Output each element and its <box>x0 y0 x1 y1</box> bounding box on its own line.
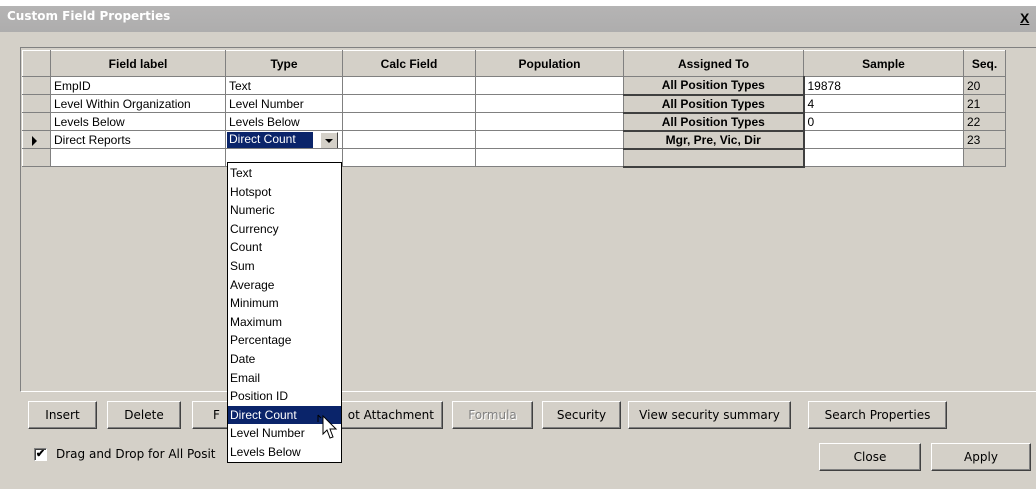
table-row: Levels Below Levels Below All Position T… <box>22 112 1006 132</box>
assigned-to-button[interactable]: All Position Types <box>623 94 805 114</box>
cell-calc-field[interactable] <box>342 112 476 131</box>
row-selector-header <box>22 50 51 77</box>
grid-header-row: Field label Type Calc Field Population A… <box>22 50 1006 77</box>
row-selector[interactable] <box>22 94 51 113</box>
dropdown-option[interactable]: Hotspot <box>228 183 341 202</box>
cell-type[interactable]: Levels Below <box>225 112 343 131</box>
cell-sample[interactable] <box>803 148 964 167</box>
dropdown-option[interactable]: Date <box>228 350 341 369</box>
apply-button[interactable]: Apply <box>931 443 1031 471</box>
dropdown-option[interactable]: Numeric <box>228 201 341 220</box>
cell-sample[interactable] <box>803 130 964 149</box>
cell-field-label[interactable]: Level Within Organization <box>50 94 226 113</box>
cell-field-label[interactable]: Direct Reports <box>50 130 226 149</box>
cell-sample[interactable]: 0 <box>803 112 964 131</box>
dropdown-option[interactable]: Count <box>228 238 341 257</box>
table-row-current: Direct Reports Direct Count Mgr, Pre, Vi… <box>22 130 1006 150</box>
type-combobox-value[interactable]: Direct Count <box>227 132 313 148</box>
assigned-to-button[interactable] <box>623 148 805 168</box>
view-security-summary-button[interactable]: View security summary <box>628 401 791 429</box>
mouse-pointer-icon <box>317 414 338 439</box>
cell-sample[interactable]: 4 <box>803 94 964 113</box>
current-row-arrow-icon <box>32 136 37 146</box>
cell-population[interactable] <box>475 112 624 131</box>
dropdown-option[interactable]: Text <box>228 164 341 183</box>
cell-seq[interactable]: 22 <box>963 112 1006 131</box>
row-selector-current[interactable] <box>22 130 51 149</box>
security-button[interactable]: Security <box>542 401 621 429</box>
cell-population[interactable] <box>475 130 624 149</box>
insert-button[interactable]: Insert <box>28 401 97 429</box>
cell-seq[interactable]: 21 <box>963 94 1006 113</box>
search-properties-button[interactable]: Search Properties <box>808 401 947 429</box>
cell-population[interactable] <box>475 148 624 167</box>
dropdown-option[interactable]: Position ID <box>228 387 341 406</box>
title-bar: Custom Field Properties X <box>0 0 1036 32</box>
cell-seq[interactable] <box>963 148 1006 167</box>
close-icon[interactable]: X <box>1020 11 1036 27</box>
close-button[interactable]: Close <box>819 443 921 471</box>
col-header-calc-field[interactable]: Calc Field <box>342 50 476 77</box>
table-row-new <box>22 148 1006 168</box>
dropdown-option[interactable]: Maximum <box>228 313 341 332</box>
col-header-sample[interactable]: Sample <box>803 50 964 77</box>
cell-field-label[interactable]: EmpID <box>50 76 226 95</box>
cell-type[interactable]: Text <box>225 76 343 95</box>
cell-calc-field[interactable] <box>342 148 476 167</box>
dropdown-option[interactable]: Currency <box>228 220 341 239</box>
col-header-seq[interactable]: Seq. <box>963 50 1006 77</box>
custom-fields-grid: Field label Type Calc Field Population A… <box>22 50 1006 168</box>
cell-population[interactable] <box>475 76 624 95</box>
cell-seq[interactable]: 23 <box>963 130 1006 149</box>
type-combobox[interactable]: Direct Count <box>225 130 343 149</box>
chevron-down-icon[interactable] <box>320 132 338 148</box>
assigned-to-button[interactable]: Mgr, Pre, Vic, Dir <box>623 130 805 150</box>
dropdown-option[interactable]: Average <box>228 276 341 295</box>
dropdown-option[interactable]: Minimum <box>228 294 341 313</box>
drag-drop-label-text: Drag and Drop for All Posit <box>56 447 216 461</box>
dropdown-option[interactable]: Email <box>228 369 341 388</box>
dropdown-option[interactable]: Sum <box>228 257 341 276</box>
drag-drop-checkbox[interactable]: ✔ <box>34 448 47 461</box>
cell-calc-field[interactable] <box>342 76 476 95</box>
col-header-type[interactable]: Type <box>225 50 343 77</box>
table-row: Level Within Organization Level Number A… <box>22 94 1006 114</box>
row-selector[interactable] <box>22 148 51 167</box>
cell-type[interactable]: Level Number <box>225 94 343 113</box>
dropdown-option[interactable]: Levels Below <box>228 443 341 462</box>
cell-calc-field[interactable] <box>342 94 476 113</box>
col-header-assigned-to[interactable]: Assigned To <box>623 50 804 77</box>
formula-button[interactable]: Formula <box>452 401 533 429</box>
col-header-population[interactable]: Population <box>475 50 624 77</box>
row-selector[interactable] <box>22 76 51 95</box>
assigned-to-button[interactable]: All Position Types <box>623 112 805 132</box>
window-title: Custom Field Properties <box>7 9 171 23</box>
cell-population[interactable] <box>475 94 624 113</box>
cell-calc-field[interactable] <box>342 130 476 149</box>
dropdown-option[interactable]: Percentage <box>228 331 341 350</box>
cell-sample[interactable]: 19878 <box>803 76 964 95</box>
cell-field-label[interactable] <box>50 148 226 167</box>
row-selector[interactable] <box>22 112 51 131</box>
cell-seq[interactable]: 20 <box>963 76 1006 95</box>
delete-button[interactable]: Delete <box>107 401 181 429</box>
cell-field-label[interactable]: Levels Below <box>50 112 226 131</box>
table-row: EmpID Text All Position Types 19878 20 <box>22 76 1006 96</box>
assigned-to-button[interactable]: All Position Types <box>623 76 805 96</box>
col-header-field-label[interactable]: Field label <box>50 50 226 77</box>
